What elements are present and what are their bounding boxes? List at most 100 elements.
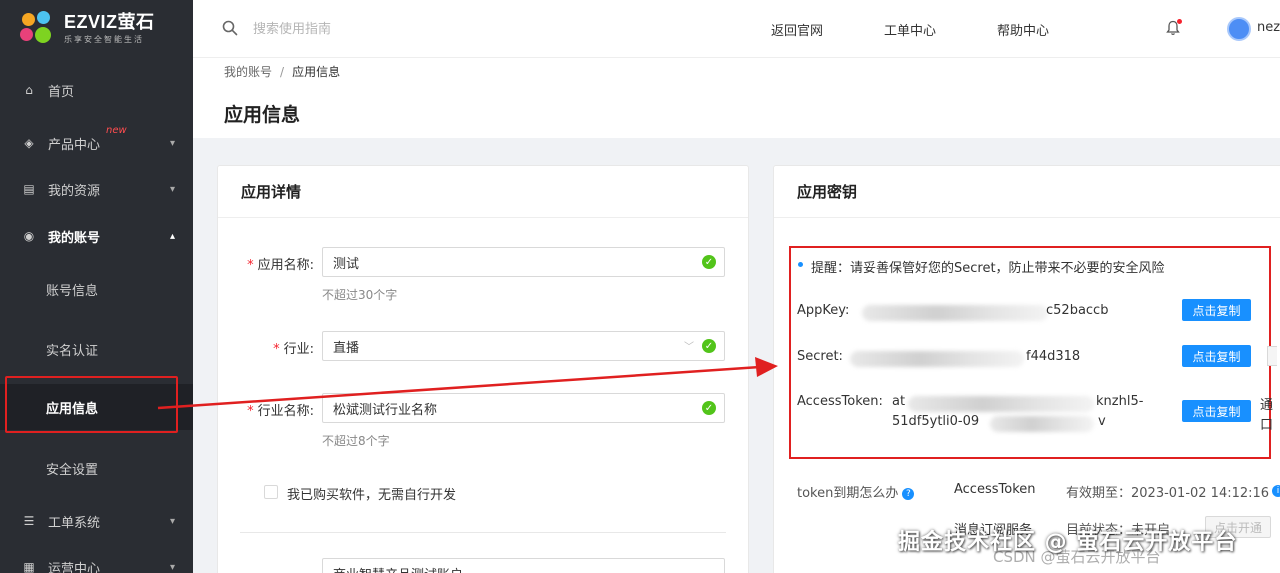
brand-slogan: 乐享安全智能生活 — [64, 35, 144, 44]
redacted-mask — [990, 416, 1094, 432]
sidebar-item-home[interactable]: ⌂ 首页 — [0, 70, 193, 110]
brand-name: EZVIZ萤石 — [64, 12, 155, 32]
redacted-mask — [862, 305, 1048, 321]
breadcrumb-current: 应用信息 — [292, 65, 341, 79]
chevron-down-icon: ﹀ — [684, 342, 694, 353]
token-expire-help[interactable]: token到期怎么办? — [797, 482, 915, 501]
purchased-software-checkbox[interactable] — [264, 485, 278, 499]
truncated-button[interactable] — [1267, 346, 1277, 366]
token-value-line2-end: v — [1098, 414, 1106, 429]
home-icon: ⌂ — [25, 83, 33, 97]
token-value-line2: 51df5ytli0-09 — [892, 414, 980, 429]
industry-name-field[interactable]: 松斌测试行业名称 ✓ — [322, 393, 725, 423]
copy-token-button[interactable]: 点击复制 — [1182, 400, 1251, 422]
link-help-center[interactable]: 帮助中心 — [997, 20, 1049, 39]
app-name-label: * 应用名称: — [247, 258, 314, 273]
sidebar-item-operations[interactable]: ▦ 运营中心 ▾ — [0, 547, 193, 573]
sidebar-item-label: 我的账号 — [48, 230, 101, 246]
search-icon[interactable] — [222, 20, 238, 36]
token-label: AccessToken: — [797, 394, 883, 409]
copy-secret-button[interactable]: 点击复制 — [1182, 345, 1251, 367]
sidebar-sub-account-info[interactable]: 账号信息 — [0, 269, 193, 309]
next-field[interactable]: 商业智慧产品测试账户 — [322, 558, 725, 573]
copy-appkey-button[interactable]: 点击复制 — [1182, 299, 1251, 321]
page-title: 应用信息 — [224, 104, 301, 126]
document-icon: ▤ — [23, 182, 35, 196]
sidebar-item-account[interactable]: ◉ 我的账号 ▴ — [0, 216, 193, 256]
sidebar-sub-label: 实名认证 — [46, 343, 99, 359]
app-name-field[interactable]: 测试 ✓ — [322, 247, 725, 277]
sidebar-sub-security[interactable]: 安全设置 — [0, 448, 193, 488]
industry-value: 直播 — [333, 340, 360, 356]
ezviz-logo-icon — [20, 11, 56, 47]
app-detail-card: 应用详情 — [217, 165, 749, 573]
link-official-site[interactable]: 返回官网 — [771, 20, 823, 39]
user-name[interactable]: nez — [1257, 20, 1280, 35]
list-icon: ☰ — [23, 514, 35, 528]
sidebar-item-resources[interactable]: ▤ 我的资源 ▾ — [0, 169, 193, 209]
check-circle-icon: ✓ — [702, 339, 716, 353]
app-name-value: 测试 — [333, 256, 360, 272]
chevron-down-icon: ▾ — [169, 515, 175, 527]
watermark: 掘金技术社区 @ 萤石云开放平台 — [898, 530, 1238, 555]
secret-value: f44d318 — [1026, 349, 1081, 364]
app-name-hint: 不超过30个字 — [322, 288, 398, 302]
appkey-value: c52baccb — [1046, 303, 1109, 318]
redacted-mask — [908, 396, 1094, 412]
user-circle-icon: ◉ — [23, 229, 35, 243]
sidebar-item-tickets[interactable]: ☰ 工单系统 ▾ — [0, 501, 193, 541]
expire-token-name: AccessToken — [954, 482, 1036, 497]
truncated-text: 通 — [1260, 398, 1274, 413]
sidebar-item-label: 产品中心 — [48, 137, 101, 153]
card-title: 应用详情 — [218, 166, 748, 218]
industry-select[interactable]: 直播 ﹀ ✓ — [322, 331, 725, 361]
tip-dot — [798, 262, 803, 267]
cube-icon: ◈ — [24, 136, 34, 150]
sidebar-item-products[interactable]: ◈ 产品中心 new ▾ — [0, 123, 193, 163]
info-icon: i — [1272, 485, 1280, 497]
chart-icon: ▦ — [23, 560, 35, 573]
link-ticket-center[interactable]: 工单中心 — [884, 20, 936, 39]
page-header: 我的账号 / 应用信息 应用信息 — [193, 58, 1280, 138]
token-value-end: knzhl5- — [1096, 394, 1144, 409]
industry-name-label: * 行业名称: — [247, 404, 314, 419]
sidebar-sub-label: 安全设置 — [46, 462, 99, 478]
sidebar-item-label: 首页 — [48, 84, 75, 100]
purchased-software-label: 我已购买软件，无需自行开发 — [287, 488, 457, 503]
sidebar-sub-realname[interactable]: 实名认证 — [0, 329, 193, 369]
secret-label: Secret: — [797, 349, 843, 364]
token-value-start: at — [892, 394, 906, 409]
question-icon: ? — [902, 487, 915, 500]
breadcrumb-separator: / — [280, 65, 285, 79]
search-input[interactable] — [253, 17, 503, 41]
brand-logo[interactable]: EZVIZ萤石 乐享安全智能生活 — [0, 0, 193, 58]
sidebar-item-label: 工单系统 — [48, 515, 101, 531]
chevron-down-icon: ▾ — [169, 183, 175, 195]
highlight-box — [5, 376, 178, 433]
expire-date: 有效期至：2023-01-02 14:12:16 — [1066, 486, 1270, 501]
divider — [240, 532, 726, 533]
avatar[interactable] — [1227, 17, 1251, 41]
redacted-mask — [850, 351, 1024, 367]
appkey-label: AppKey: — [797, 303, 850, 318]
sidebar-sub-label: 账号信息 — [46, 283, 99, 299]
new-badge: new — [106, 125, 127, 136]
chevron-up-icon: ▴ — [169, 230, 175, 242]
sidebar: EZVIZ萤石 乐享安全智能生活 ⌂ 首页 ◈ 产品中心 new ▾ ▤ 我的资… — [0, 0, 193, 573]
sidebar-item-label: 运营中心 — [48, 561, 101, 573]
security-tip: 提醒：请妥善保管好您的Secret，防止带来不必要的安全风险 — [811, 261, 1165, 276]
chevron-down-icon: ▾ — [169, 561, 175, 573]
next-value: 商业智慧产品测试账户 — [333, 564, 463, 573]
industry-name-hint: 不超过8个字 — [322, 434, 390, 448]
card-title: 应用密钥 — [774, 166, 1280, 218]
top-header: 返回官网 工单中心 帮助中心 nez — [193, 0, 1280, 58]
check-circle-icon: ✓ — [702, 401, 716, 415]
breadcrumb: 我的账号 / 应用信息 — [224, 63, 340, 80]
chevron-down-icon: ▾ — [169, 137, 175, 149]
check-circle-icon: ✓ — [702, 255, 716, 269]
industry-label: * 行业: — [273, 342, 314, 357]
truncated-text: 口 — [1260, 418, 1274, 433]
notification-dot — [1177, 19, 1182, 24]
sidebar-item-label: 我的资源 — [48, 183, 101, 199]
breadcrumb-parent[interactable]: 我的账号 — [224, 65, 272, 79]
